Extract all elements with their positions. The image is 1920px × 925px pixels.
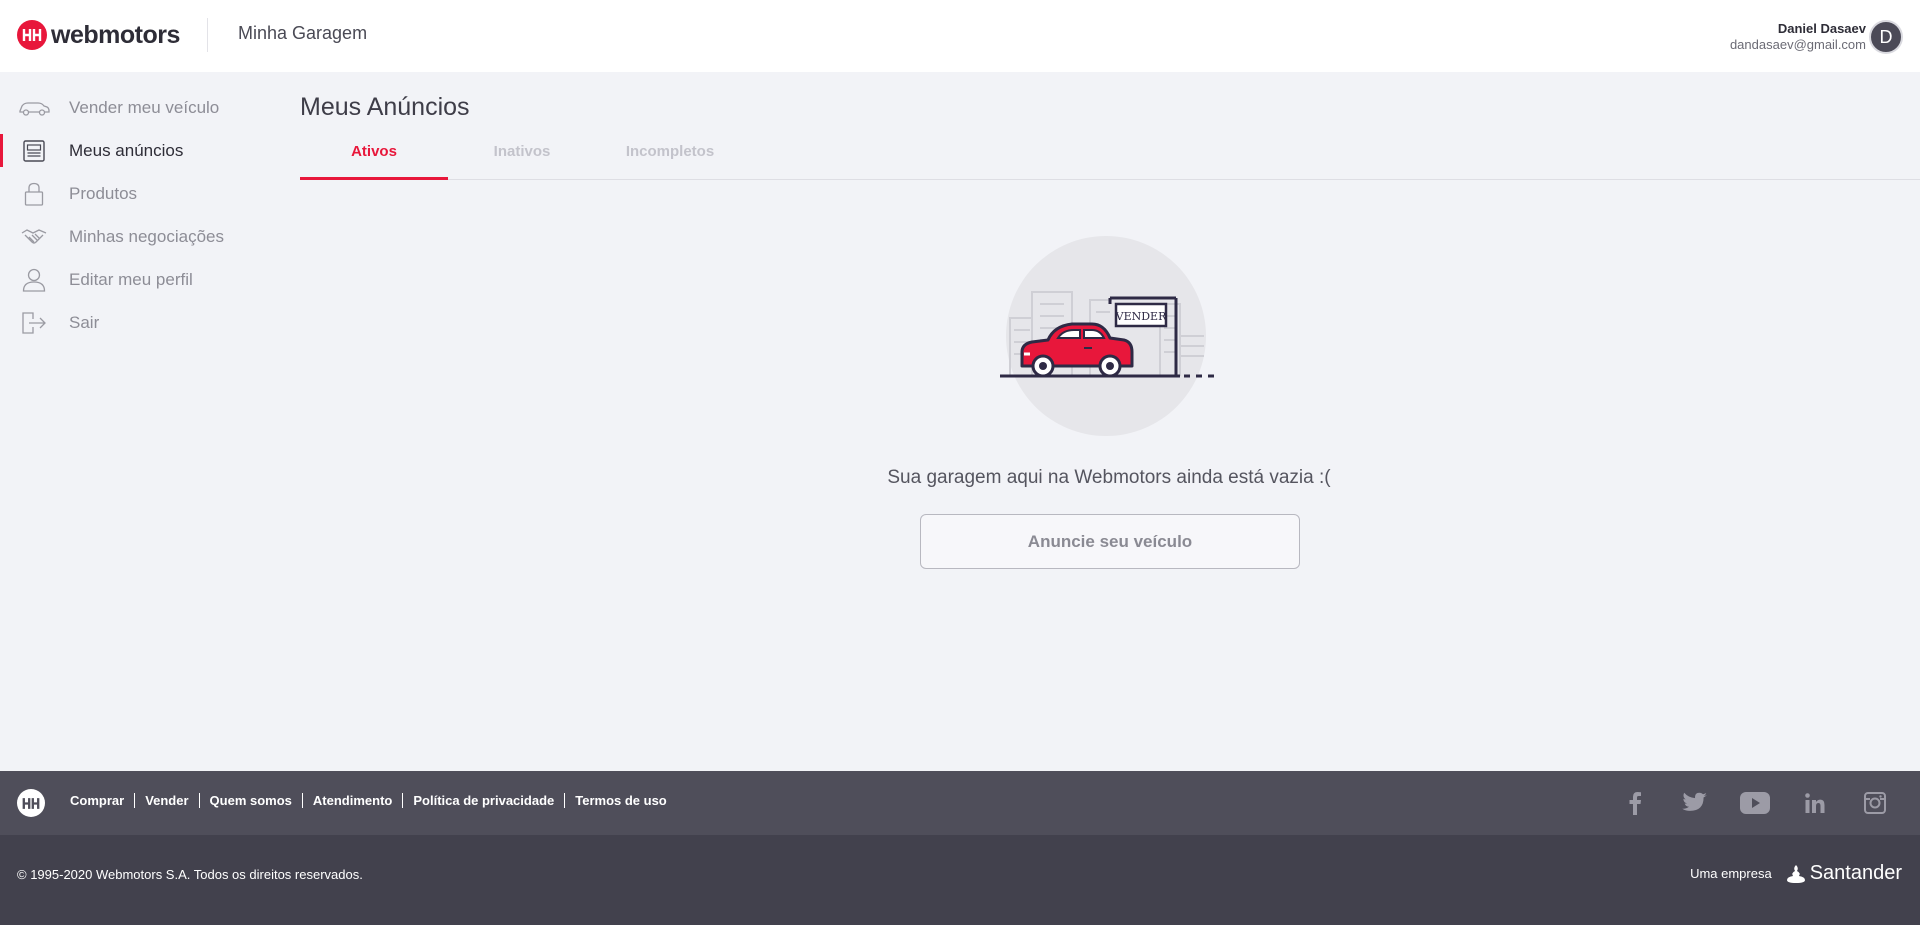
webmotors-footer-logo-icon[interactable] [17, 789, 45, 817]
twitter-icon[interactable] [1680, 789, 1710, 817]
instagram-icon[interactable] [1860, 789, 1890, 817]
tab-inativos[interactable]: Inativos [448, 137, 596, 180]
santander-logo[interactable]: Santander [1786, 862, 1902, 885]
sidebar-item-editar-perfil[interactable]: Editar meu perfil [0, 258, 270, 301]
footer-nav: Comprar Vender Quem somos Atendimento Po… [0, 771, 1920, 835]
santander-flame-icon [1786, 864, 1805, 883]
webmotors-mark-icon [17, 20, 47, 50]
footer-link-privacidade[interactable]: Política de privacidade [402, 793, 564, 808]
footer-link-termos[interactable]: Termos de uso [564, 793, 677, 808]
company-prefix: Uma empresa [1690, 866, 1772, 881]
footer-link-vender[interactable]: Vender [134, 793, 198, 808]
header-divider [207, 18, 208, 52]
webmotors-logo[interactable]: webmotors [17, 20, 180, 50]
footer-link-quem-somos[interactable]: Quem somos [198, 793, 302, 808]
car-icon [18, 95, 50, 121]
sidebar-item-label: Meus anúncios [69, 140, 184, 160]
sidebar-item-label: Produtos [69, 183, 138, 203]
footer-bottom: © 1995-2020 Webmotors S.A. Todos os dire… [0, 835, 1920, 925]
linkedin-icon[interactable] [1800, 789, 1830, 817]
sidebar-item-negociacoes[interactable]: Minhas negociações [0, 215, 270, 258]
lock-icon [18, 181, 50, 207]
sidebar-item-label: Sair [69, 312, 100, 332]
tab-incompletos[interactable]: Incompletos [596, 137, 744, 180]
youtube-icon[interactable] [1740, 789, 1770, 817]
santander-name: Santander [1809, 862, 1902, 884]
footer-link-comprar[interactable]: Comprar [70, 793, 134, 808]
sidebar: Vender meu veículo Meus anúncios Produto… [0, 86, 270, 344]
sidebar-item-sair[interactable]: Sair [0, 301, 270, 344]
tab-bar: Ativos Inativos Incompletos [300, 137, 1920, 180]
social-links [1620, 789, 1920, 817]
empty-garage-illustration: VENDER [1000, 236, 1214, 436]
sidebar-item-label: Minhas negociações [69, 226, 224, 246]
sidebar-item-meus-anuncios[interactable]: Meus anúncios [0, 129, 270, 172]
logout-icon [18, 310, 50, 336]
copyright-text: © 1995-2020 Webmotors S.A. Todos os dire… [17, 867, 363, 882]
avatar[interactable]: D [1869, 20, 1903, 54]
sidebar-item-vender[interactable]: Vender meu veículo [0, 86, 270, 129]
footer-links: Comprar Vender Quem somos Atendimento Po… [70, 793, 677, 808]
handshake-icon [18, 224, 50, 250]
user-icon [18, 267, 50, 293]
user-info[interactable]: Daniel Dasaev dandasaev@gmail.com [1730, 21, 1866, 52]
page-title: Meus Anúncios [300, 93, 470, 121]
sidebar-item-label: Vender meu veículo [69, 97, 220, 117]
empty-state-message: Sua garagem aqui na Webmotors ainda está… [887, 467, 1331, 488]
tab-ativos[interactable]: Ativos [300, 137, 448, 180]
anuncie-veiculo-button[interactable]: Anuncie seu veículo [920, 514, 1300, 569]
facebook-icon[interactable] [1620, 789, 1650, 817]
header: webmotors Minha Garagem Daniel Dasaev da… [0, 0, 1920, 72]
logo-text: webmotors [51, 20, 180, 49]
company-info: Uma empresa Santander [1690, 862, 1902, 885]
sidebar-item-produtos[interactable]: Produtos [0, 172, 270, 215]
sidebar-item-label: Editar meu perfil [69, 269, 193, 289]
user-name: Daniel Dasaev [1777, 21, 1866, 36]
sign-text: VENDER [1115, 310, 1167, 323]
footer-link-atendimento[interactable]: Atendimento [301, 793, 402, 808]
listing-icon [18, 138, 50, 164]
page-header-title: Minha Garagem [238, 23, 368, 43]
user-email: dandasaev@gmail.com [1729, 37, 1866, 52]
